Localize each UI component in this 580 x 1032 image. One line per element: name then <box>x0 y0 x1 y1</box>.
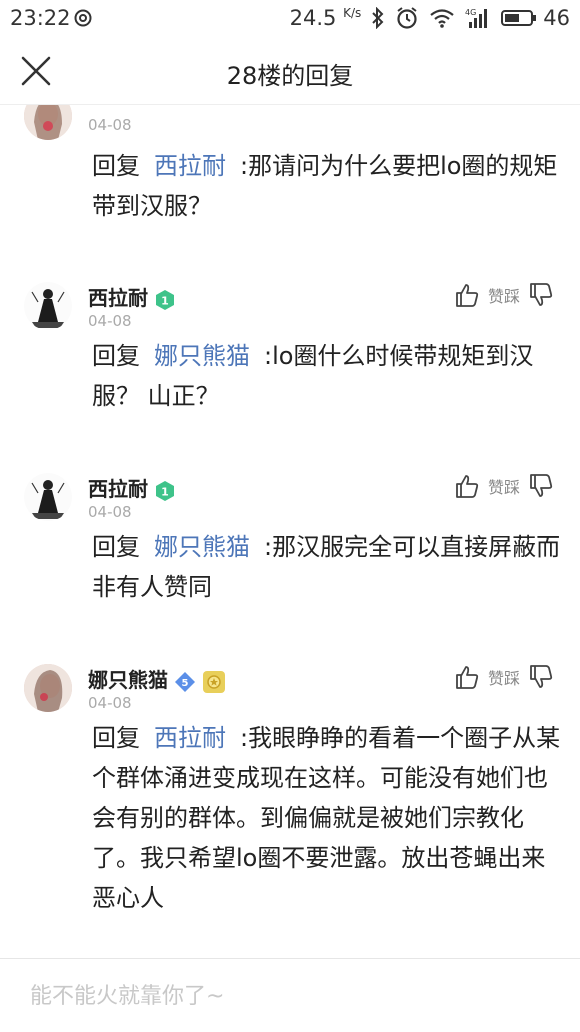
vote-actions: 赞踩 <box>454 473 554 499</box>
like-label[interactable]: 赞 <box>488 665 504 689</box>
reply-list[interactable]: 04-08 回复 西拉耐:那请问为什么要把lo圈的规矩带到汉服？ 西拉耐 1 04-… <box>0 104 580 958</box>
thumbs-up-icon[interactable] <box>454 282 480 308</box>
comment-bar <box>0 958 580 1032</box>
level-badge-icon: 1 <box>156 480 174 501</box>
svg-text:1: 1 <box>161 485 169 498</box>
title-bar: 28楼的回复 <box>0 38 580 105</box>
svg-text:1: 1 <box>161 294 169 307</box>
dislike-label[interactable]: 踩 <box>504 474 520 498</box>
thumbs-down-icon[interactable] <box>528 282 554 308</box>
vote-actions: 赞踩 <box>454 664 554 690</box>
svg-text:4G: 4G <box>465 8 476 17</box>
battery-level: 46 <box>543 6 570 30</box>
bluetooth-icon <box>372 7 384 29</box>
like-label[interactable]: 赞 <box>488 474 504 498</box>
comment-input[interactable] <box>28 977 552 1015</box>
vote-actions: 赞踩 <box>454 282 554 308</box>
reply-body: 回复 西拉耐:那请问为什么要把lo圈的规矩带到汉服？ <box>92 152 558 220</box>
alarm-icon <box>397 7 417 29</box>
thumbs-up-icon[interactable] <box>454 664 480 690</box>
reply-body: 回复 西拉耐:我眼睁睁的看着一个圈子从某个群体涌进变成现在这样。可能没有她们也会有… <box>92 724 561 912</box>
svg-text:5: 5 <box>182 678 189 689</box>
reply-date: 04-08 <box>88 694 132 712</box>
avatar[interactable] <box>24 282 72 330</box>
page-title: 28楼的回复 <box>226 62 354 90</box>
reply-body: 回复 娜只熊猫:lo圈什么时候带规矩到汉服？ 山正？ <box>92 342 534 410</box>
username[interactable]: 西拉耐 1 <box>88 282 176 311</box>
avatar[interactable] <box>24 104 72 140</box>
status-time: 23:22 <box>10 6 71 30</box>
mention-link[interactable]: 西拉耐 <box>154 152 226 180</box>
thumbs-down-icon[interactable] <box>528 473 554 499</box>
reply-date: 04-08 <box>88 312 132 330</box>
username[interactable]: 娜只熊猫 5 <box>88 664 226 694</box>
signal-4g-icon: 4G <box>465 8 488 28</box>
like-label[interactable]: 赞 <box>488 283 504 307</box>
mention-link[interactable]: 娜只熊猫 <box>154 533 250 561</box>
dislike-label[interactable]: 踩 <box>504 283 520 307</box>
thumbs-up-icon[interactable] <box>454 473 480 499</box>
battery-icon <box>501 10 537 26</box>
thumbs-down-icon[interactable] <box>528 664 554 690</box>
wifi-icon <box>430 9 454 28</box>
level-badge-icon: 1 <box>156 289 174 310</box>
avatar[interactable] <box>24 664 72 712</box>
netease-icon <box>74 9 92 27</box>
avatar[interactable] <box>24 473 72 521</box>
dislike-label[interactable]: 踩 <box>504 665 520 689</box>
reply-body: 回复 娜只熊猫:那汉服完全可以直接屏蔽而非有人赞同 <box>92 533 561 601</box>
reply-date: 04-08 <box>88 116 132 134</box>
mention-link[interactable]: 娜只熊猫 <box>154 342 250 370</box>
username[interactable]: 西拉耐 1 <box>88 473 176 502</box>
level-badge-icon: 5 <box>175 671 195 692</box>
reply-date: 04-08 <box>88 503 132 521</box>
net-speed: 24.5 K/s <box>289 6 362 30</box>
medal-icon <box>203 670 225 693</box>
mention-link[interactable]: 西拉耐 <box>154 724 226 752</box>
status-bar: 23:22 24.5 K/s 4G 46 <box>0 0 580 38</box>
